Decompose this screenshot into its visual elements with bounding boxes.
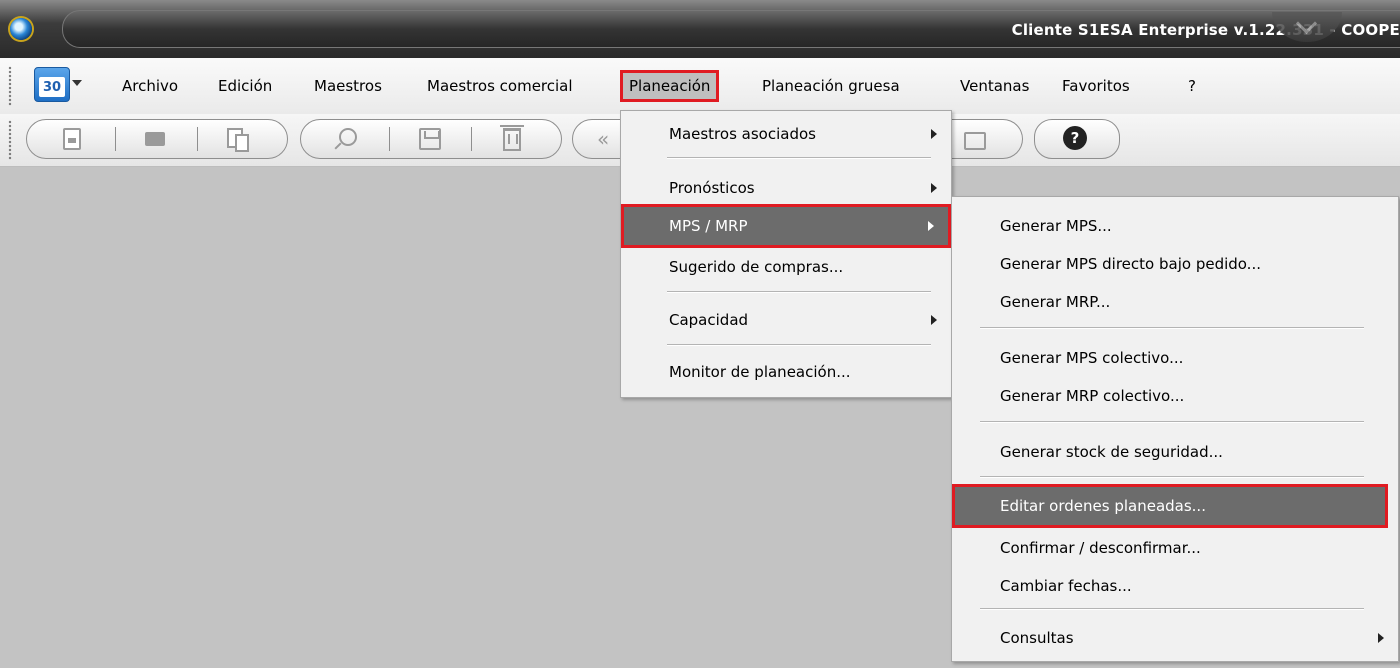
menu-item-label: Confirmar / desconfirmar... [1000,539,1201,557]
menu-item-label: Capacidad [669,311,749,329]
toolbar-group-file [26,119,288,159]
toolbar-separator [389,127,390,151]
help-icon[interactable]: ? [1063,126,1087,150]
menu-help[interactable]: ? [1186,73,1198,99]
save-icon[interactable] [419,128,441,150]
window-title: Cliente S1ESA Enterprise v.1.22.331 - CO… [1011,21,1400,39]
menu-separator [980,421,1364,423]
menu-item-label: Pronósticos [669,179,755,197]
submenu-arrow-icon [931,183,937,193]
submenu-arrow-icon [1378,633,1384,643]
toolbar-grip-handle[interactable] [8,120,12,160]
toolbar-separator [115,127,116,151]
toolbar-separator [471,127,472,151]
menu-separator [667,157,931,159]
menu-maestros-comercial[interactable]: Maestros comercial [425,73,575,99]
delete-icon[interactable] [500,125,524,151]
print-icon[interactable] [964,132,986,150]
toolbar-group-help: ? [1034,119,1120,159]
menu-item-label: Monitor de planeación... [669,363,851,381]
menu-item-generar-mps-directo[interactable]: Generar MPS directo bajo pedido... [952,245,1398,283]
menu-separator [667,344,931,346]
menu-item-label: Consultas [1000,629,1074,647]
menu-separator [980,476,1364,478]
menu-bar: 30 Archivo Edición Maestros Maestros com… [0,58,1400,115]
menu-favoritos[interactable]: Favoritos [1060,73,1132,99]
toolbar-separator [197,127,198,151]
app-logo-icon[interactable] [10,18,32,40]
menu-item-editar-ordenes-planeadas[interactable]: Editar ordenes planeadas... [952,484,1388,528]
menu-item-consultas[interactable]: Consultas [952,619,1398,657]
submenu-arrow-icon [928,221,934,231]
menu-archivo[interactable]: Archivo [120,73,180,99]
menu-planeacion[interactable]: Planeación [620,70,720,102]
menu-item-generar-stock-de-seguridad[interactable]: Generar stock de seguridad... [952,433,1398,471]
menu-separator [667,291,931,293]
menu-item-label: Generar MRP... [1000,293,1111,311]
menu-separator [980,608,1364,610]
menu-item-mps-mrp[interactable]: MPS / MRP [621,204,951,248]
menu-item-label: Generar MPS colectivo... [1000,349,1184,367]
menu-item-generar-mrp-colectivo[interactable]: Generar MRP colectivo... [952,377,1398,415]
planeacion-menu: Maestros asociados Pronósticos MPS / MRP… [620,110,952,398]
title-bar: Cliente S1ESA Enterprise v.1.22.331 - CO… [0,0,1400,59]
calendar-icon[interactable]: 30 [34,67,70,102]
menu-item-confirmar-desconfirmar[interactable]: Confirmar / desconfirmar... [952,529,1398,567]
menu-item-label: Generar stock de seguridad... [1000,443,1223,461]
menu-item-capacidad[interactable]: Capacidad [621,301,951,339]
menu-item-label: Generar MRP colectivo... [1000,387,1185,405]
menu-item-label: Cambiar fechas... [1000,577,1132,595]
menu-item-label: Generar MPS... [1000,217,1112,235]
calendar-day-label: 30 [39,77,65,97]
menu-item-monitor-de-planeacion[interactable]: Monitor de planeación... [621,353,951,391]
toolbar-group-edit [300,119,562,159]
menu-item-maestros-asociados[interactable]: Maestros asociados [621,115,951,153]
new-document-icon[interactable] [63,128,81,150]
menu-edicion[interactable]: Edición [216,73,274,99]
menu-separator [980,327,1364,329]
menu-ventanas[interactable]: Ventanas [958,73,1031,99]
menu-item-label: Maestros asociados [669,125,816,143]
copy-icon[interactable] [227,128,249,152]
back-icon[interactable]: « [597,128,619,150]
menu-item-cambiar-fechas[interactable]: Cambiar fechas... [952,567,1398,605]
submenu-arrow-icon [931,129,937,139]
menu-item-label: Sugerido de compras... [669,258,844,276]
menu-item-label: Editar ordenes planeadas... [1000,497,1206,515]
menu-item-generar-mps-colectivo[interactable]: Generar MPS colectivo... [952,339,1398,377]
calendar-dropdown-arrow-icon[interactable] [72,80,82,86]
menu-item-generar-mps[interactable]: Generar MPS... [952,207,1398,245]
menu-item-label: Generar MPS directo bajo pedido... [1000,255,1261,273]
submenu-arrow-icon [931,315,937,325]
search-icon[interactable] [339,128,357,146]
menu-item-sugerido-de-compras[interactable]: Sugerido de compras... [621,248,951,286]
menu-maestros[interactable]: Maestros [312,73,384,99]
menu-item-generar-mrp[interactable]: Generar MRP... [952,283,1398,321]
menu-item-label: MPS / MRP [669,217,748,235]
menubar-grip-handle[interactable] [8,66,12,106]
open-folder-icon[interactable] [145,132,165,146]
menu-item-pronosticos[interactable]: Pronósticos [621,169,951,207]
mps-mrp-submenu: Generar MPS... Generar MPS directo bajo … [951,196,1399,662]
menu-planeacion-gruesa[interactable]: Planeación gruesa [760,73,902,99]
